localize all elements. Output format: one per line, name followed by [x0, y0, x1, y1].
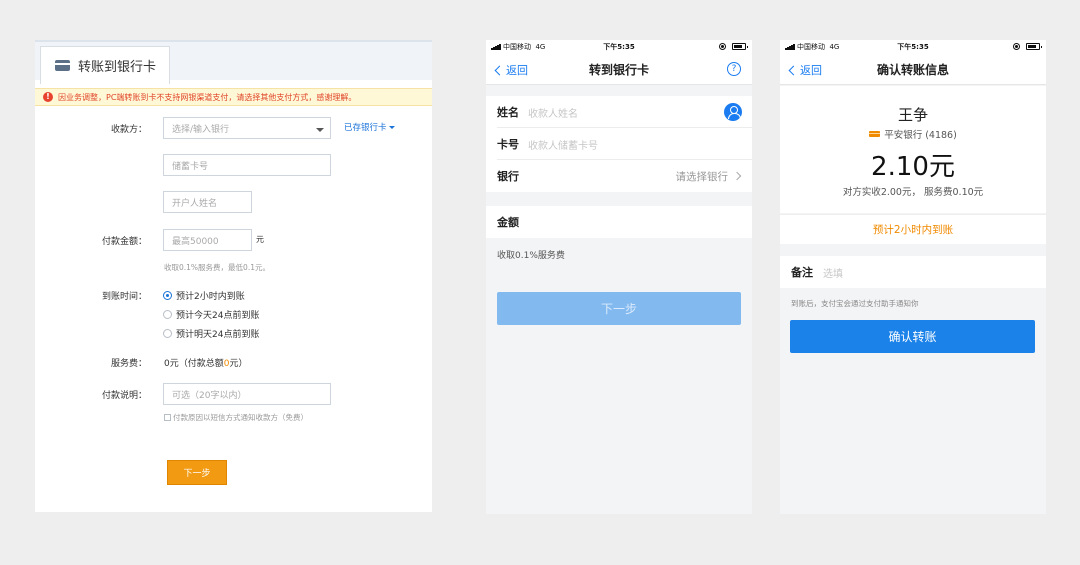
notice-text: 因业务调整，PC端转账到卡不支持网银渠道支付，请选择其他支付方式，感谢理解。 — [58, 92, 357, 102]
chevron-down-icon — [316, 128, 324, 132]
warning-icon: ! — [43, 92, 53, 102]
fee-row: 收取0.1%服务费 — [486, 239, 752, 269]
radio-unselected — [163, 310, 172, 319]
remark-label: 备注 — [791, 266, 813, 279]
status-right — [719, 43, 748, 50]
amount-placeholder: 最高50000 — [172, 236, 219, 247]
arrival-option-label: 预计今天24点前到账 — [176, 311, 260, 321]
tab-transfer-to-card[interactable]: 转账到银行卡 — [40, 46, 170, 84]
status-time: 下午5:35 — [603, 43, 635, 51]
next-button[interactable]: 下一步 — [167, 460, 227, 485]
card-placeholder: 收款人储蓄卡号 — [528, 140, 598, 152]
bank-card-icon — [55, 60, 70, 71]
tab-label: 转账到银行卡 — [78, 60, 157, 75]
sms-notify-label: 付款原因以短信方式通知收款方（免费） — [173, 413, 308, 422]
bank-label: 银行 — [497, 170, 519, 183]
status-right — [1013, 43, 1042, 50]
arrival-option-2h[interactable]: 预计2小时内到账 — [163, 289, 245, 302]
sms-notify-checkbox[interactable] — [164, 414, 171, 421]
nav-bar: 返回 转到银行卡 ? — [486, 54, 752, 85]
service-fee-label: 服务费： — [110, 359, 147, 369]
name-label: 姓名 — [497, 106, 519, 119]
bank-placeholder: 请选择银行 — [675, 170, 729, 183]
fee-hint: 收取0.1%服务费，最低0.1元。 — [164, 263, 270, 272]
remark-placeholder: 选填 — [823, 268, 843, 280]
status-bar: 中国移动 4G 下午5:35 — [486, 40, 752, 54]
caret-down-icon — [388, 126, 395, 129]
bank-select[interactable]: 请选择银行 — [675, 169, 742, 184]
eta-text: 预计2小时内到账 — [780, 214, 1046, 244]
page-title: 确认转账信息 — [876, 63, 949, 77]
transfer-amount: 2.10元 — [871, 152, 955, 182]
note-placeholder: 可选（20字以内） — [172, 390, 247, 401]
status-time: 下午5:35 — [897, 43, 929, 51]
fee-text: 收取0.1%服务费 — [497, 250, 565, 261]
bank-select-placeholder: 选择/输入银行 — [172, 124, 230, 135]
pc-tab-bar: 转账到银行卡 — [35, 40, 432, 84]
amount-detail: 对方实收2.00元， 服务费0.10元 — [842, 187, 984, 198]
card-number-input[interactable]: 储蓄卡号 — [163, 154, 331, 176]
bank-select[interactable]: 选择/输入银行 — [163, 117, 331, 139]
amount-row[interactable]: 金额 — [486, 206, 752, 238]
name-row[interactable]: 姓名 收款人姓名 — [486, 96, 752, 128]
confirm-transfer-button[interactable]: 确认转账 — [790, 320, 1035, 353]
payee-bank-label: 平安银行 (4186) — [884, 130, 957, 141]
saved-cards-link[interactable]: 已存银行卡 — [344, 121, 395, 133]
radio-selected — [163, 291, 172, 300]
payee-name: 王争 — [897, 106, 928, 124]
nav-bar: 返回 确认转账信息 — [780, 54, 1046, 85]
bank-row[interactable]: 银行 请选择银行 — [486, 160, 752, 192]
arrival-label: 到账时间： — [101, 292, 147, 302]
arrival-option-tomorrow[interactable]: 预计明天24点前到账 — [163, 327, 259, 340]
note-label: 付款说明： — [101, 391, 147, 401]
battery-icon — [1026, 43, 1042, 50]
chevron-right-icon — [732, 171, 742, 181]
arrival-option-today[interactable]: 预计今天24点前到账 — [163, 308, 259, 321]
payee-label: 收款方： — [110, 125, 147, 135]
arrival-option-label: 预计明天24点前到账 — [176, 330, 260, 340]
amount-label: 付款金额： — [101, 237, 147, 247]
service-fee-prefix: 0元（付款总额 — [164, 359, 224, 369]
notify-text: 到账后，支付宝会通过支付助手通知你 — [791, 299, 919, 308]
notice-banner: ! 因业务调整，PC端转账到卡不支持网银渠道支付，请选择其他支付方式，感谢理解。 — [35, 88, 432, 106]
amount-label: 金额 — [497, 216, 519, 229]
payee-bank: 平安银行 (4186) — [780, 127, 1046, 141]
card-number-row[interactable]: 卡号 收款人储蓄卡号 — [486, 128, 752, 160]
rotation-lock-icon — [719, 43, 726, 50]
name-placeholder: 收款人姓名 — [528, 108, 578, 120]
amount-input[interactable]: 最高50000 — [163, 229, 252, 251]
sms-notify-option[interactable]: 付款原因以短信方式通知收款方（免费） — [164, 412, 308, 423]
service-fee-value: 0元（付款总额0元） — [164, 356, 247, 369]
help-icon[interactable]: ? — [727, 62, 741, 76]
radio-unselected — [163, 329, 172, 338]
service-fee-suffix: 元） — [229, 359, 248, 369]
phone-transfer-screen: 中国移动 4G 下午5:35 返回 转到银行卡 ? 姓名 收款人姓名 卡号 收款… — [486, 40, 752, 514]
remark-row[interactable]: 备注 选填 — [780, 256, 1046, 288]
contact-icon[interactable] — [724, 103, 742, 121]
transfer-summary-card: 王争 平安银行 (4186) 2.10元 对方实收2.00元， 服务费0.10元 — [780, 86, 1046, 213]
account-name-input[interactable]: 开户人姓名 — [163, 191, 252, 213]
saved-cards-label: 已存银行卡 — [344, 123, 387, 133]
card-label: 卡号 — [497, 138, 519, 151]
next-button[interactable]: 下一步 — [497, 292, 741, 325]
amount-unit: 元 — [256, 235, 264, 244]
pc-transfer-panel: 转账到银行卡 ! 因业务调整，PC端转账到卡不支持网银渠道支付，请选择其他支付方… — [35, 40, 432, 512]
arrival-option-label: 预计2小时内到账 — [176, 292, 245, 302]
note-input[interactable]: 可选（20字以内） — [163, 383, 331, 405]
battery-icon — [732, 43, 748, 50]
phone-confirm-screen: 中国移动 4G 下午5:35 返回 确认转账信息 王争 平安银行 (4186) … — [780, 40, 1046, 514]
rotation-lock-icon — [1013, 43, 1020, 50]
page-title: 转到银行卡 — [588, 63, 649, 77]
card-number-placeholder: 储蓄卡号 — [172, 161, 209, 172]
status-bar: 中国移动 4G 下午5:35 — [780, 40, 1046, 54]
account-name-placeholder: 开户人姓名 — [172, 198, 218, 209]
bank-card-icon — [869, 131, 881, 137]
